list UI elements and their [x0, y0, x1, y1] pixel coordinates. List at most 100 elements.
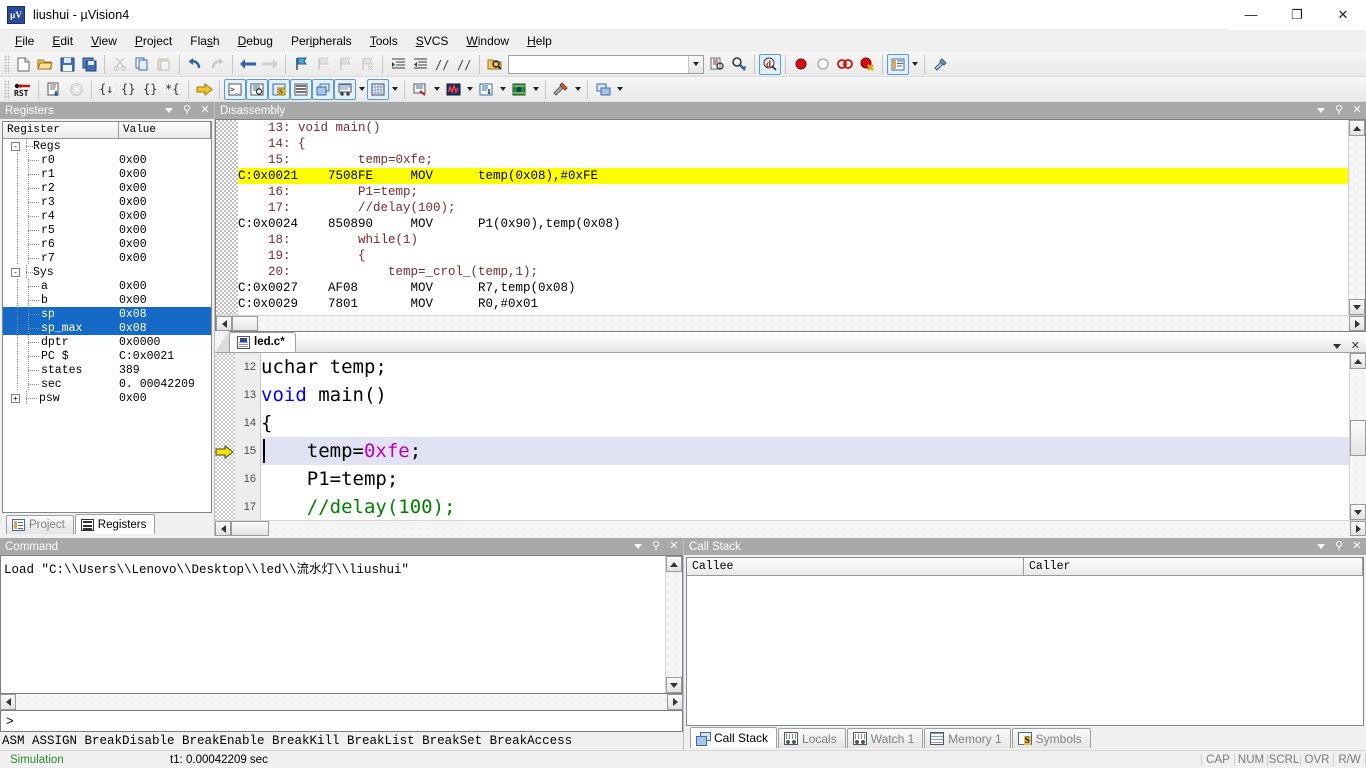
symbols-window-icon[interactable]: S [268, 78, 290, 100]
minimize-button[interactable]: — [1228, 0, 1274, 30]
register-row[interactable]: b 0x00 [3, 293, 211, 307]
column-header-caller[interactable]: Caller [1024, 558, 1363, 576]
disassembly-source-line[interactable]: 18: while(1) [238, 232, 1348, 248]
editor-code-line[interactable]: void main() [261, 381, 1349, 409]
command-input[interactable]: > [0, 710, 683, 732]
reset-cpu-icon[interactable]: RST [12, 79, 34, 100]
cut-icon[interactable] [109, 54, 131, 75]
panel-menu-icon[interactable] [164, 105, 174, 116]
register-value[interactable]: C:0x0021 [119, 350, 211, 363]
register-row[interactable]: r5 0x00 [3, 223, 211, 237]
register-value[interactable]: 0x00 [119, 196, 211, 209]
disassembly-source-line[interactable]: 13: void main() [238, 120, 1348, 136]
find-in-files-icon[interactable] [706, 54, 728, 75]
scroll-up-button[interactable] [1349, 120, 1365, 136]
scroll-right-button[interactable] [1349, 316, 1365, 331]
debug-session-icon[interactable]: d [759, 53, 781, 75]
indent-icon[interactable] [387, 54, 409, 75]
disassembly-window-icon[interactable] [246, 78, 268, 100]
register-value[interactable]: 0x0000 [119, 336, 211, 349]
undo-icon[interactable] [184, 54, 206, 75]
enable-breakpoint-icon[interactable] [812, 54, 834, 75]
register-value[interactable]: 0x00 [119, 182, 211, 195]
command-output[interactable]: Load "C:\\Users\\Lenovo\\Desktop\\led\\流… [0, 555, 683, 694]
register-value[interactable]: 0. 00042209 [119, 378, 211, 391]
register-row[interactable]: r0 0x00 [3, 153, 211, 167]
register-value[interactable]: 0x00 [119, 154, 211, 167]
toolbar-grip[interactable] [4, 79, 10, 99]
disable-all-breakpoints-icon[interactable] [834, 54, 856, 75]
register-row[interactable]: r7 0x00 [3, 251, 211, 265]
editor-code-line[interactable]: P1=temp; [261, 465, 1349, 493]
pin-icon[interactable]: ⚲ [182, 105, 192, 116]
step-over-icon[interactable]: {}↓ [118, 79, 140, 100]
bookmark-next-icon[interactable] [334, 54, 356, 75]
menu-item-edit[interactable]: Edit [43, 31, 82, 51]
scroll-track[interactable] [16, 694, 667, 710]
step-out-icon[interactable]: {}↑ [140, 79, 162, 100]
scroll-track[interactable] [258, 316, 1349, 331]
tab-memory-1[interactable]: Memory 1 [924, 728, 1011, 748]
registers-window-icon[interactable] [290, 78, 312, 100]
register-row[interactable]: r2 0x00 [3, 181, 211, 195]
maximize-button[interactable]: ❐ [1274, 0, 1320, 30]
show-next-statement-icon[interactable] [193, 79, 215, 100]
register-row[interactable]: a 0x00 [3, 279, 211, 293]
menu-item-window[interactable]: Window [457, 31, 518, 51]
register-row[interactable]: - Sys [3, 265, 211, 279]
command-window-icon[interactable]: >_ [224, 78, 246, 100]
close-icon[interactable]: ✕ [1351, 339, 1360, 352]
panel-menu-icon[interactable] [1316, 541, 1326, 552]
editor-code-line[interactable]: { [261, 409, 1349, 437]
run-to-cursor-icon[interactable]: *{} [162, 79, 184, 100]
register-value[interactable]: 0x00 [119, 392, 211, 405]
scroll-track[interactable] [666, 572, 682, 677]
tab-project[interactable]: Project [6, 515, 74, 534]
tab-locals[interactable]: Locals [778, 728, 846, 748]
toolbar-grip[interactable] [4, 54, 10, 74]
bookmark-toggle-icon[interactable] [290, 54, 312, 75]
scroll-down-button[interactable] [666, 677, 682, 693]
scroll-thumb[interactable] [232, 316, 258, 331]
find-icon[interactable] [728, 54, 750, 75]
register-value[interactable]: 0x00 [119, 280, 211, 293]
editor-horizontal-scrollbar[interactable] [215, 520, 1366, 536]
analysis-dropdown-icon[interactable] [464, 79, 475, 100]
menu-item-debug[interactable]: Debug [229, 31, 282, 51]
column-header-callee[interactable]: Callee [687, 558, 1024, 576]
disassembly-source-line[interactable]: 20: temp=_crol_(temp,1); [238, 264, 1348, 280]
editor-vertical-scrollbar[interactable] [1349, 353, 1366, 520]
scroll-up-button[interactable] [1350, 353, 1366, 369]
scroll-track[interactable] [269, 521, 1350, 536]
call-stack-row-list[interactable] [687, 576, 1363, 725]
register-row[interactable]: r1 0x00 [3, 167, 211, 181]
configuration-wizard-icon[interactable] [929, 54, 951, 75]
step-into-icon[interactable]: {↓} [96, 79, 118, 100]
memory-window-icon[interactable] [367, 78, 389, 100]
watch-dropdown-icon[interactable] [356, 79, 367, 100]
pin-icon[interactable]: ⚲ [651, 541, 661, 552]
register-value[interactable]: 0x00 [119, 210, 211, 223]
debug-restore-dropdown-icon[interactable] [614, 79, 625, 100]
register-row[interactable]: dptr 0x0000 [3, 335, 211, 349]
chevron-down-icon[interactable] [1333, 340, 1341, 352]
scroll-left-button[interactable] [216, 316, 232, 331]
uncomment-icon[interactable]: //≡ [453, 54, 475, 75]
menu-item-view[interactable]: View [82, 31, 126, 51]
disassembly-instruction-line[interactable]: C:0x0029 7801 MOV R0,#0x01 [238, 296, 1348, 312]
registers-row-list[interactable]: - Regs r0 0x00 r1 0x00 r2 0x00 r3 0x00 r4 0x00 r5 0x0… [3, 139, 211, 512]
disassembly-source-line[interactable]: 15: temp=0xfe; [238, 152, 1348, 168]
analysis-window-icon[interactable] [442, 79, 464, 100]
expand-icon[interactable]: + [11, 393, 20, 403]
new-file-icon[interactable] [12, 54, 34, 75]
disassembly-instruction-line[interactable]: C:0x0024 850890 MOV P1(0x90),temp(0x08) [238, 216, 1348, 232]
save-icon[interactable] [56, 54, 78, 75]
copy-icon[interactable] [131, 54, 153, 75]
paste-icon[interactable] [153, 54, 175, 75]
scroll-down-button[interactable] [1350, 504, 1366, 520]
scroll-track[interactable] [1349, 136, 1365, 299]
register-row[interactable]: sp_max 0x08 [3, 321, 211, 335]
register-value[interactable]: 0x08 [119, 308, 211, 321]
register-row[interactable]: - Regs [3, 139, 211, 153]
save-all-icon[interactable] [78, 54, 100, 75]
